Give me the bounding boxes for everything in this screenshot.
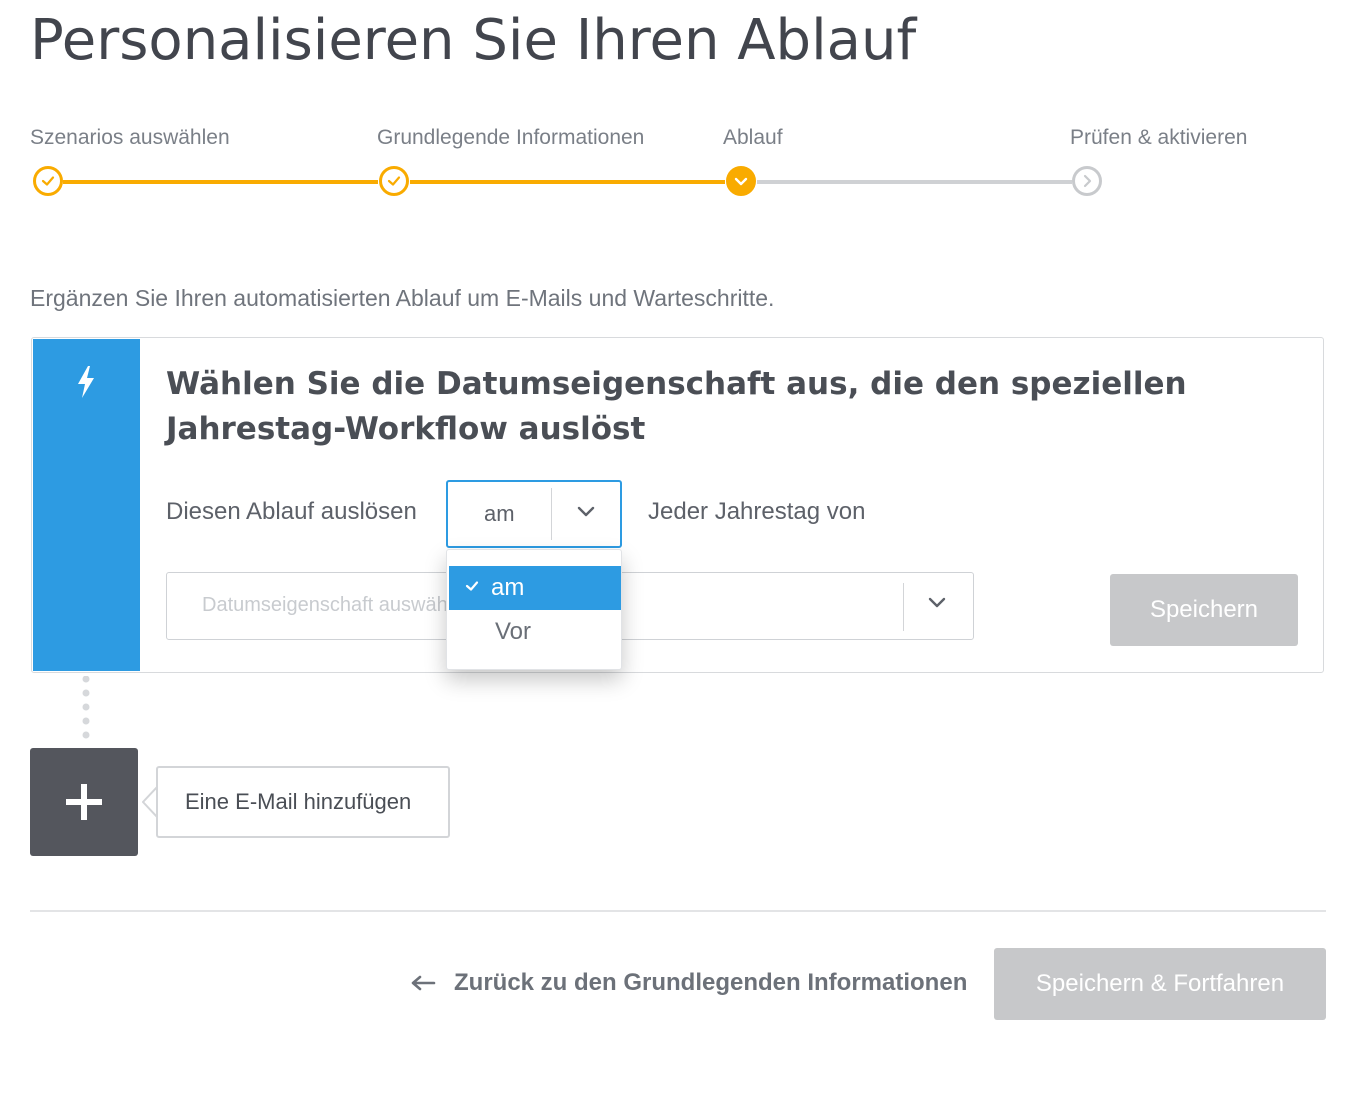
check-icon xyxy=(41,176,55,186)
date-property-placeholder: Datumseigenschaft auswählen xyxy=(202,594,475,616)
flow-connector xyxy=(82,676,90,739)
back-link-label: Zurück zu den Grundlegenden Informatione… xyxy=(454,969,968,996)
intro-text: Ergänzen Sie Ihren automatisierten Ablau… xyxy=(30,285,775,311)
dropdown-option-label: am xyxy=(491,574,525,601)
save-button[interactable]: Speichern xyxy=(1110,574,1298,646)
step-connector-3 xyxy=(757,180,1072,184)
dropdown-option-label: Vor xyxy=(495,618,532,645)
dropdown-option-am[interactable]: am xyxy=(449,566,621,610)
arrow-left-icon xyxy=(411,975,436,991)
chevron-down-icon[interactable] xyxy=(927,595,947,609)
select-divider xyxy=(551,488,552,540)
dropdown-option-vor[interactable]: Vor xyxy=(449,610,621,654)
step-connector-2 xyxy=(410,180,725,184)
add-email-button[interactable] xyxy=(30,748,138,856)
check-icon xyxy=(387,176,401,186)
step-review-todo[interactable] xyxy=(1072,166,1102,196)
save-and-continue-button[interactable]: Speichern & Fortfahren xyxy=(994,948,1326,1020)
step-basic-info-done[interactable] xyxy=(379,166,409,196)
timing-select[interactable]: am xyxy=(446,480,622,548)
footer-divider xyxy=(30,910,1326,912)
page-title: Personalisieren Sie Ihren Ablauf xyxy=(30,8,917,73)
step-flow-active[interactable] xyxy=(726,166,756,196)
anniversary-label: Jeder Jahrestag von xyxy=(648,498,866,525)
back-link[interactable]: Zurück zu den Grundlegenden Informatione… xyxy=(410,966,967,1000)
step-label-basic-info: Grundlegende Informationen xyxy=(377,126,645,149)
step-connector-1 xyxy=(63,180,378,184)
step-label-review: Prüfen & aktivieren xyxy=(1070,126,1248,149)
step-label-scenarios: Szenarios auswählen xyxy=(30,126,230,149)
trigger-label: Diesen Ablauf auslösen xyxy=(166,498,417,525)
add-email-tooltip[interactable]: Eine E-Mail hinzufügen xyxy=(156,766,450,838)
chevron-right-icon xyxy=(1083,174,1092,188)
timing-select-value: am xyxy=(484,501,515,526)
check-icon xyxy=(465,581,479,591)
trigger-card-title: Wählen Sie die Datumseigenschaft aus, di… xyxy=(166,366,1187,447)
add-email-label: Eine E-Mail hinzufügen xyxy=(185,789,412,814)
timing-dropdown-menu: am Vor xyxy=(446,549,622,670)
plus-icon xyxy=(66,784,102,820)
step-label-flow: Ablauf xyxy=(723,126,783,149)
step-scenarios-done[interactable] xyxy=(33,166,63,196)
chevron-down-icon xyxy=(734,177,748,186)
chevron-down-icon[interactable] xyxy=(576,504,596,518)
lightning-icon xyxy=(78,366,94,398)
select-divider xyxy=(903,583,904,631)
